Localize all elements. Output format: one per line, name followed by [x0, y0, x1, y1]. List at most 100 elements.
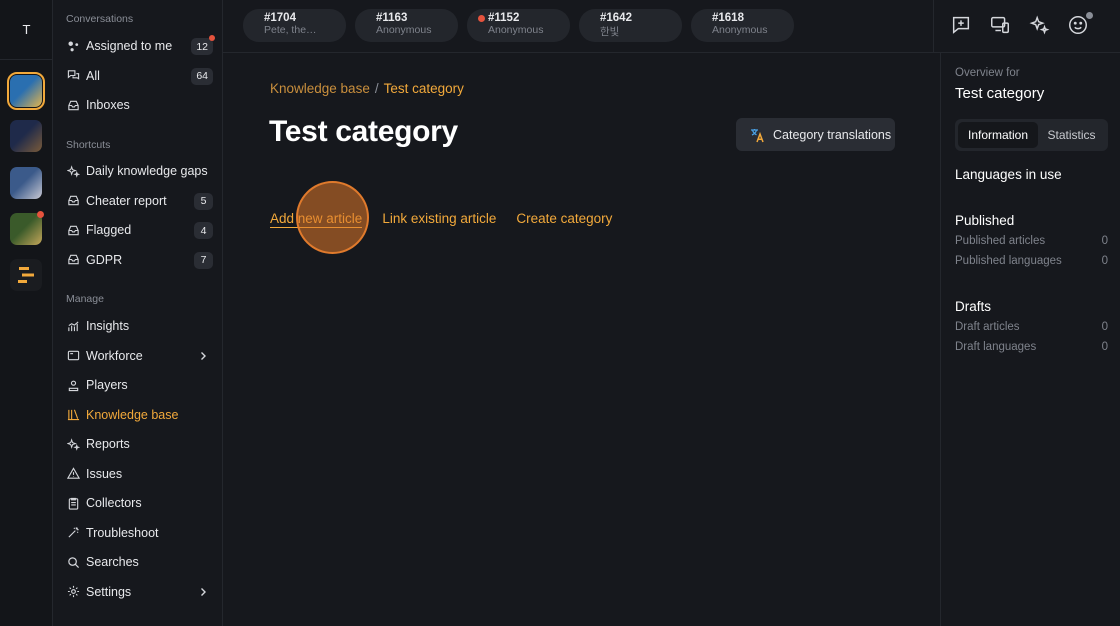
app-switcher-icon[interactable] [10, 211, 44, 245]
workspace-switcher[interactable]: T [0, 0, 53, 60]
sidebar: Conversations Assigned to me 12 All 64 Inbox… [53, 0, 223, 626]
sidebar-item-flagged[interactable]: Flagged 4 [61, 217, 215, 243]
gear-icon [66, 585, 80, 599]
sidebar-item-label: Settings [86, 584, 132, 599]
sidebar-item-label: Insights [86, 319, 130, 333]
count-value: 4 [200, 224, 207, 237]
app-switcher-icon[interactable] [10, 259, 42, 291]
sidebar-item-label: Reports [86, 437, 130, 451]
workspace-initial: T [22, 22, 31, 37]
overview-label: Overview for [955, 67, 1020, 79]
sidebar-item-reports[interactable]: Reports [61, 431, 215, 457]
sidebar-item-label: Assigned to me [86, 39, 173, 53]
books-icon [66, 408, 80, 422]
warning-icon [66, 467, 80, 481]
sidebar-item-label: All [86, 68, 100, 83]
sidebar-item-all[interactable]: All 64 [61, 63, 215, 89]
inbox-icon [66, 253, 80, 267]
ticket-tab[interactable]: #1152 Anonymous [467, 9, 570, 42]
sidebar-item-label: Troubleshoot [86, 525, 159, 540]
tab-information[interactable]: Information [958, 122, 1038, 148]
sparkle-icon [66, 437, 80, 451]
sidebar-item-issues[interactable]: Issues [61, 461, 215, 487]
sidebar-item-inboxes[interactable]: Inboxes [61, 92, 215, 118]
sidebar-item-label: Cheater report [86, 193, 167, 208]
overview-panel: Overview for Test category Information S… [940, 53, 1120, 626]
count-badge: 7 [194, 251, 213, 269]
app-switcher-icon[interactable] [10, 120, 42, 152]
overview-title: Test category [955, 85, 1045, 102]
app-switcher-icon[interactable] [10, 167, 42, 199]
count-badge: 4 [194, 222, 213, 239]
stat-value: 0 [1101, 321, 1108, 333]
ticket-tab[interactable]: #1618 Anonymous [691, 9, 794, 42]
stat-label: Draft languages [955, 341, 1037, 353]
sidebar-item-collectors[interactable]: Collectors [61, 490, 215, 516]
category-translations-button[interactable]: Category translations [736, 118, 895, 151]
link-existing-article-link[interactable]: Link existing article [382, 211, 496, 228]
stat-row: Draft articles 0 [955, 321, 1108, 333]
ticket-tab[interactable]: #1163 Anonymous [355, 9, 458, 42]
clipboard-icon [66, 496, 80, 510]
chart-icon [66, 319, 80, 333]
sidebar-item-label: GDPR [86, 252, 123, 267]
chevron-right-icon [197, 586, 209, 598]
ticket-requester: Anonymous [712, 24, 768, 36]
count-value: 12 [196, 40, 208, 53]
sidebar-item-label: Daily knowledge gaps [86, 164, 208, 178]
devices-icon[interactable] [989, 14, 1013, 38]
section-title-manage: Manage [66, 293, 104, 305]
ticket-number: #1642 [600, 12, 632, 24]
stat-row: Published articles 0 [955, 235, 1108, 247]
category-translations-label: Category translations [773, 127, 892, 142]
unread-dot [478, 15, 485, 22]
click-indicator [296, 181, 369, 254]
inbox-icon [66, 194, 80, 208]
stat-label: Draft articles [955, 321, 1020, 333]
stat-row: Draft languages 0 [955, 341, 1108, 353]
sidebar-item-players[interactable]: Players [61, 372, 215, 398]
count-badge: 5 [194, 192, 213, 210]
user-icon [66, 378, 80, 392]
ticket-number: #1163 [376, 12, 408, 24]
ticket-tab[interactable]: #1704 Pete, the… [243, 9, 346, 42]
sidebar-item-daily-knowledge-gaps[interactable]: Daily knowledge gaps [61, 158, 215, 184]
sparkle-icon [66, 164, 80, 178]
sidebar-item-troubleshoot[interactable]: Troubleshoot [61, 520, 215, 546]
presence-dot [1086, 12, 1093, 19]
create-category-link[interactable]: Create category [516, 211, 612, 228]
new-message-icon[interactable] [950, 14, 974, 38]
sidebar-item-label: Issues [86, 466, 123, 481]
sidebar-item-label: Flagged [86, 223, 132, 237]
top-actions [933, 0, 1120, 53]
app-switcher-icon[interactable] [7, 72, 45, 110]
languages-heading: Languages in use [955, 167, 1062, 182]
tab-statistics[interactable]: Statistics [1038, 122, 1105, 148]
main-content: Knowledge base / Test category Test catego… [223, 53, 940, 626]
sidebar-item-label: Inboxes [86, 98, 130, 112]
smiley-icon[interactable] [1067, 12, 1093, 38]
ticket-number: #1152 [488, 12, 520, 24]
app-rail: T [0, 0, 53, 626]
translate-icon [749, 127, 765, 143]
count-value: 7 [200, 254, 207, 266]
sidebar-item-workforce[interactable]: Workforce [61, 343, 215, 369]
sidebar-item-settings[interactable]: Settings [61, 579, 215, 605]
ticket-requester: Anonymous [488, 24, 544, 36]
sparkles-icon[interactable] [1028, 14, 1052, 38]
sidebar-item-assigned-to-me[interactable]: Assigned to me 12 [61, 33, 215, 59]
ticket-tab[interactable]: #1642 한빛 [579, 9, 682, 42]
sidebar-item-label: Players [86, 378, 128, 392]
sidebar-item-gdpr[interactable]: GDPR 7 [61, 247, 215, 273]
sidebar-item-insights[interactable]: Insights [61, 313, 215, 339]
breadcrumb-separator: / [374, 81, 379, 96]
ticket-number: #1618 [712, 12, 744, 24]
breadcrumb-root[interactable]: Knowledge base [270, 81, 370, 96]
sidebar-item-knowledge-base[interactable]: Knowledge base [61, 402, 215, 428]
ticket-number: #1704 [264, 12, 296, 24]
inbox-icon [66, 98, 80, 112]
ticket-requester: 한빛 [600, 26, 620, 38]
sidebar-item-cheater-report[interactable]: Cheater report 5 [61, 188, 215, 214]
sidebar-item-searches[interactable]: Searches [61, 549, 215, 575]
section-title-conversations: Conversations [66, 13, 134, 25]
